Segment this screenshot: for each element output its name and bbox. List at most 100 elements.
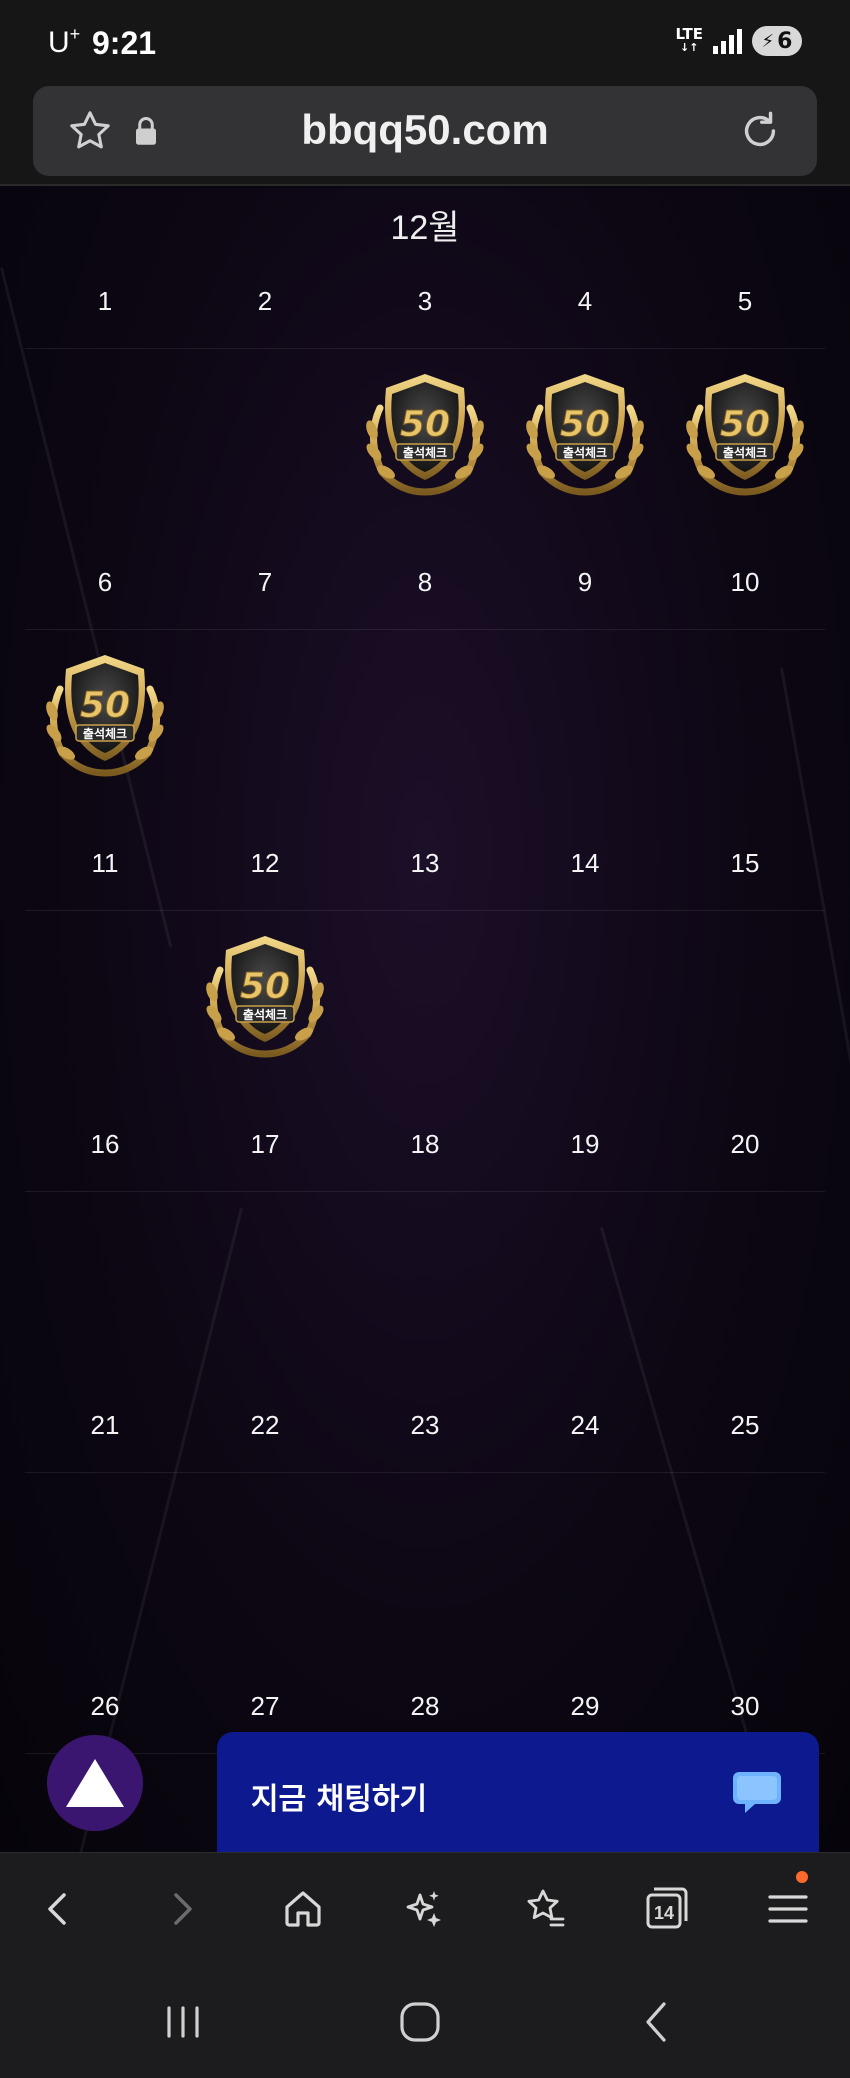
day-number: 19 [570, 1129, 600, 1159]
svg-text:출석체크: 출석체크 [563, 445, 607, 460]
calendar-day-cell: 3 50 출석체크 [345, 276, 505, 557]
recent-apps-icon[interactable] [155, 1994, 211, 2050]
sparkle-icon[interactable] [396, 1881, 452, 1937]
calendar-day-cell: 10 [665, 557, 825, 838]
attendance-stamp-icon: 50출석체크 [206, 936, 324, 1058]
calendar-day-cell: 14 [505, 838, 665, 1119]
attendance-calendar: 1 2 3 50 출석체크 4 50 출석체크 5 50 출석체크 6 50 출석체크 7 8 9 10 11 12 5… [25, 276, 825, 1852]
day-number: 7 [257, 567, 273, 597]
svg-text:50: 50 [240, 966, 290, 1007]
day-number: 2 [257, 286, 273, 316]
day-number: 8 [417, 567, 433, 597]
signal-strength-icon [713, 28, 742, 54]
calendar-day-cell: 17 [185, 1119, 345, 1400]
calendar-day-cell: 6 50 출석체크 [25, 557, 185, 838]
status-time: 9:21 [92, 25, 157, 61]
day-number: 4 [577, 286, 593, 316]
calendar-day-cell: 12 50 출석체크 [185, 838, 345, 1119]
chat-bubble-icon [733, 1772, 781, 1813]
day-number: 28 [410, 1691, 440, 1721]
day-number: 1 [97, 286, 113, 316]
calendar-day-cell: 16 [25, 1119, 185, 1400]
calendar-day-cell: 9 [505, 557, 665, 838]
back-nav-icon[interactable] [630, 1994, 686, 2050]
day-number: 16 [90, 1129, 120, 1159]
day-number: 6 [97, 567, 113, 597]
day-number: 10 [730, 567, 760, 597]
calendar-day-cell: 23 [345, 1400, 505, 1681]
calendar-day-cell: 24 [505, 1400, 665, 1681]
day-number: 14 [570, 848, 600, 878]
day-number: 11 [91, 848, 119, 878]
address-bar[interactable]: bbqq50.com [33, 86, 817, 176]
status-bar: U+ 9:21 LTE ↓↑ ⚡ 6 [0, 0, 850, 86]
tabs-icon: 14 [646, 1887, 688, 1929]
calendar-day-cell: 21 [25, 1400, 185, 1681]
calendar-day-cell: 5 50 출석체크 [665, 276, 825, 557]
day-number: 22 [250, 1410, 280, 1440]
day-number: 26 [90, 1691, 120, 1721]
carrier-label: U+ [48, 24, 81, 59]
calendar-day-cell: 20 [665, 1119, 825, 1400]
bookmarks-icon[interactable] [517, 1881, 573, 1937]
attendance-stamp-icon: 50출석체크 [46, 655, 164, 777]
day-number: 20 [730, 1129, 760, 1159]
svg-text:50: 50 [80, 685, 130, 726]
calendar-day-cell: 19 [505, 1119, 665, 1400]
back-icon[interactable] [30, 1881, 86, 1937]
day-number: 5 [737, 286, 753, 316]
day-number: 15 [730, 848, 760, 878]
page-content: 12월 1 2 3 50 출석체크 4 50 출석체크 5 50 출석체크 6 50 출석체크 7 8 9 10 1… [0, 188, 850, 1852]
attendance-stamp-icon: 50출석체크 [366, 374, 484, 496]
chat-label: 지금 채팅하기 [251, 1782, 428, 1817]
svg-text:50: 50 [720, 404, 770, 445]
calendar-day-cell: 8 [345, 557, 505, 838]
tabs-button[interactable]: 14 [638, 1881, 694, 1937]
address-bar-area: bbqq50.com [0, 86, 850, 186]
calendar-week-row: 6 50 출석체크 7 8 9 10 [25, 557, 825, 838]
day-number: 29 [570, 1691, 600, 1721]
calendar-day-cell: 22 [185, 1400, 345, 1681]
day-number: 13 [410, 848, 440, 878]
svg-text:출석체크: 출석체크 [403, 445, 447, 460]
day-number: 24 [570, 1410, 600, 1440]
svg-text:출석체크: 출석체크 [723, 445, 767, 460]
day-number: 9 [577, 567, 593, 597]
home-icon[interactable] [275, 1881, 331, 1937]
status-indicators: LTE ↓↑ ⚡ 6 [675, 26, 802, 56]
browser-toolbar: 14 [0, 1852, 850, 1964]
menu-button[interactable] [760, 1871, 816, 1937]
network-type: LTE ↓↑ [675, 25, 703, 55]
calendar-day-cell: 13 [345, 838, 505, 1119]
calendar-day-cell: 11 [25, 838, 185, 1119]
calendar-week-row: 11 12 50 출석체크 13 14 15 [25, 838, 825, 1119]
calendar-day-cell: 1 [25, 276, 185, 557]
live-chat-banner[interactable]: 지금 채팅하기 [217, 1732, 819, 1852]
system-navigation-bar [0, 1964, 850, 2078]
reload-icon[interactable] [737, 108, 783, 154]
month-title: 12월 [390, 209, 460, 247]
tab-count: 14 [654, 1903, 674, 1923]
day-number: 17 [250, 1129, 280, 1159]
day-number: 18 [410, 1129, 440, 1159]
scroll-to-top-button[interactable] [47, 1735, 143, 1831]
day-number: 27 [250, 1691, 280, 1721]
calendar-week-row: 16 17 18 19 20 [25, 1119, 825, 1400]
day-number: 12 [250, 848, 280, 878]
calendar-day-cell: 15 [665, 838, 825, 1119]
svg-text:출석체크: 출석체크 [243, 1007, 287, 1022]
svg-text:출석체크: 출석체크 [83, 726, 127, 741]
calendar-day-cell: 4 50 출석체크 [505, 276, 665, 557]
battery-icon: ⚡ 6 [752, 26, 802, 56]
attendance-stamp-icon: 50출석체크 [686, 374, 804, 496]
url-text[interactable]: bbqq50.com [33, 106, 817, 154]
svg-text:50: 50 [400, 404, 450, 445]
calendar-week-row: 1 2 3 50 출석체크 4 50 출석체크 5 50 출석체크 [25, 276, 825, 557]
calendar-day-cell: 7 [185, 557, 345, 838]
triangle-up-icon [66, 1759, 124, 1807]
svg-text:50: 50 [560, 404, 610, 445]
calendar-week-row: 21 22 23 24 25 [25, 1400, 825, 1681]
calendar-day-cell: 18 [345, 1119, 505, 1400]
forward-icon[interactable] [154, 1881, 210, 1937]
home-nav-icon[interactable] [392, 1994, 448, 2050]
